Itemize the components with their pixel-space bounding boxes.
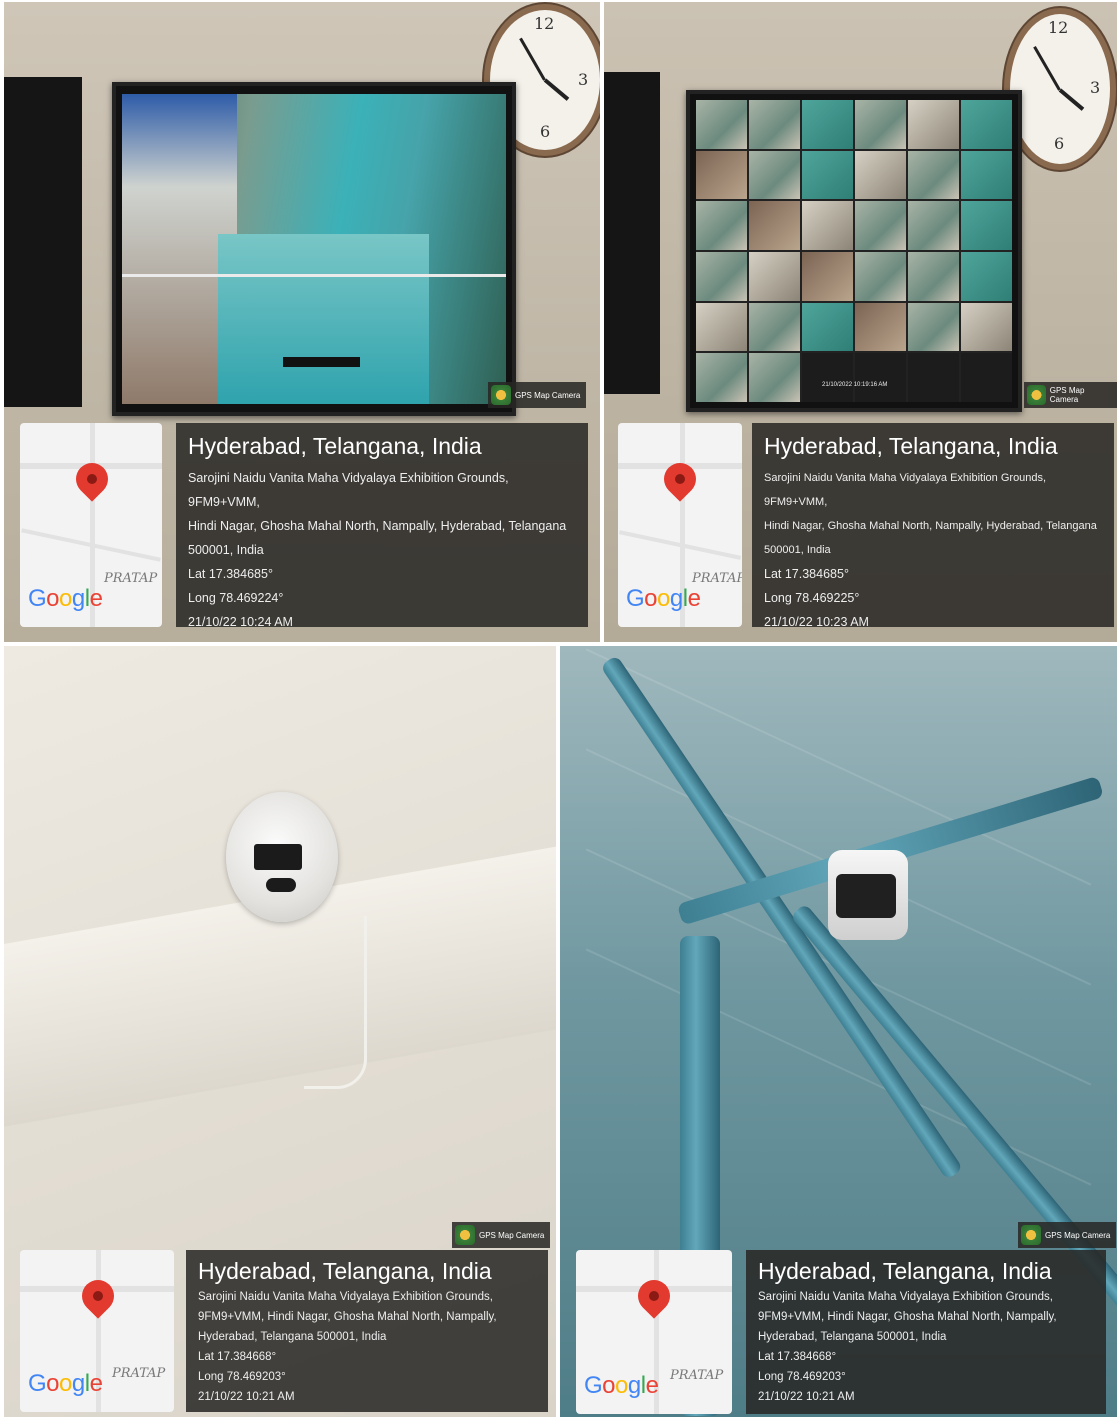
cctv-camera-feed <box>122 94 506 404</box>
dome-cctv-camera <box>226 792 338 922</box>
map-pin-icon <box>75 1273 121 1319</box>
address-line: Hindi Nagar, Ghosha Mahal North, Nampall… <box>188 519 567 533</box>
address-line: Sarojini Naidu Vanita Maha Vidyalaya Exh… <box>758 1291 1053 1303</box>
address-line: Hyderabad, Telangana 500001, India <box>758 1331 947 1343</box>
location-map-thumbnail: Google PRATAP <box>20 423 162 627</box>
gps-map-camera-badge: GPS Map Camera <box>452 1222 551 1248</box>
address-line: 500001, India <box>188 543 264 557</box>
google-logo: Google <box>584 1372 659 1399</box>
location-map-thumbnail: Google PRATAP <box>20 1250 174 1412</box>
city-heading: Hyderabad, Telangana, India <box>758 1258 1052 1284</box>
address-line: 9FM9+VMM, Hindi Nagar, Ghosha Mahal Nort… <box>198 1311 497 1323</box>
latitude: Lat 17.384668° <box>758 1351 837 1363</box>
badge-label: GPS Map Camera <box>1045 1230 1111 1240</box>
latitude: Lat 17.384685° <box>188 567 273 581</box>
city-heading: Hyderabad, Telangana, India <box>764 433 1058 459</box>
monitor-timestamp: 21/10/2022 10:19:16 AM <box>822 382 888 388</box>
longitude: Long 78.469203° <box>758 1371 846 1383</box>
cctv-monitor <box>112 82 516 416</box>
datetime: 21/10/22 10:21 AM <box>198 1391 295 1403</box>
photo-monitor-grid-view: 12 3 6 21/10/2022 10:19:16 AM GPS Map Ca… <box>604 2 1117 642</box>
gps-info-box: Hyderabad, Telangana, India Sarojini Nai… <box>746 1250 1106 1414</box>
photo-dome-camera: GPS Map Camera Google PRATAP Hyderabad, … <box>4 646 556 1417</box>
badge-label: GPS Map Camera <box>1049 386 1085 404</box>
speaker <box>4 77 82 407</box>
datetime: 21/10/22 10:21 AM <box>758 1391 855 1403</box>
map-pin-icon <box>631 1273 677 1319</box>
latitude: Lat 17.384668° <box>198 1351 277 1363</box>
google-logo: Google <box>28 585 103 612</box>
photo-bullet-camera: GPS Map Camera Google PRATAP Hyderabad, … <box>560 646 1117 1417</box>
bullet-cctv-camera <box>828 850 908 940</box>
address-line: Hyderabad, Telangana 500001, India <box>198 1331 387 1343</box>
speaker <box>604 72 660 394</box>
cctv-grid <box>696 100 1012 402</box>
address-line: Sarojini Naidu Vanita Maha Vidyalaya Exh… <box>188 471 509 509</box>
gps-map-camera-badge: GPS Map Camera <box>488 382 587 408</box>
signature: PRATAP <box>670 1368 724 1383</box>
gps-map-camera-badge: GPS Map Camera <box>1018 1222 1117 1248</box>
city-heading: Hyderabad, Telangana, India <box>198 1258 492 1284</box>
datetime: 21/10/22 10:24 AM <box>188 615 293 629</box>
photo-monitor-single-view: 12 3 6 GPS Map Camera Google PRATAP Hyde… <box>4 2 600 642</box>
camera-cable <box>304 916 367 1089</box>
address-line: 9FM9+VMM, Hindi Nagar, Ghosha Mahal Nort… <box>758 1311 1057 1323</box>
gps-info-box: Hyderabad, Telangana, India Sarojini Nai… <box>186 1250 548 1412</box>
badge-label: GPS Map Camera <box>479 1230 545 1240</box>
signature: PRATAP <box>104 571 158 586</box>
badge-label: GPS Map Camera <box>515 390 581 400</box>
address-line: Hindi Nagar, Ghosha Mahal North, Nampall… <box>764 520 1097 532</box>
gps-camera-icon <box>1027 385 1046 405</box>
address-line: 500001, India <box>764 544 831 556</box>
google-logo: Google <box>28 1370 103 1397</box>
pipe <box>600 654 964 1181</box>
longitude: Long 78.469224° <box>188 591 284 605</box>
signature: PRATAP <box>112 1366 166 1381</box>
address-line: Sarojini Naidu Vanita Maha Vidyalaya Exh… <box>198 1291 493 1303</box>
city-heading: Hyderabad, Telangana, India <box>188 433 482 459</box>
datetime: 21/10/22 10:23 AM <box>764 615 869 629</box>
gps-camera-icon <box>1021 1225 1041 1245</box>
location-map-thumbnail: Google PRATAP <box>576 1250 732 1414</box>
gps-camera-icon <box>455 1225 475 1245</box>
playback-controls <box>283 356 361 367</box>
location-map-thumbnail: Google PRATAP <box>618 423 742 627</box>
longitude: Long 78.469225° <box>764 591 860 605</box>
longitude: Long 78.469203° <box>198 1371 286 1383</box>
latitude: Lat 17.384685° <box>764 567 849 581</box>
gps-info-box: Hyderabad, Telangana, India Sarojini Nai… <box>752 423 1114 629</box>
address-line: Sarojini Naidu Vanita Maha Vidyalaya Exh… <box>764 472 1047 508</box>
google-logo: Google <box>626 585 701 612</box>
signature: PRATAP <box>692 571 742 586</box>
gps-map-camera-badge: GPS Map Camera <box>1024 382 1117 408</box>
cctv-monitor: 21/10/2022 10:19:16 AM <box>686 90 1022 412</box>
gps-camera-icon <box>491 385 511 405</box>
gps-info-box: Hyderabad, Telangana, India Sarojini Nai… <box>176 423 588 629</box>
